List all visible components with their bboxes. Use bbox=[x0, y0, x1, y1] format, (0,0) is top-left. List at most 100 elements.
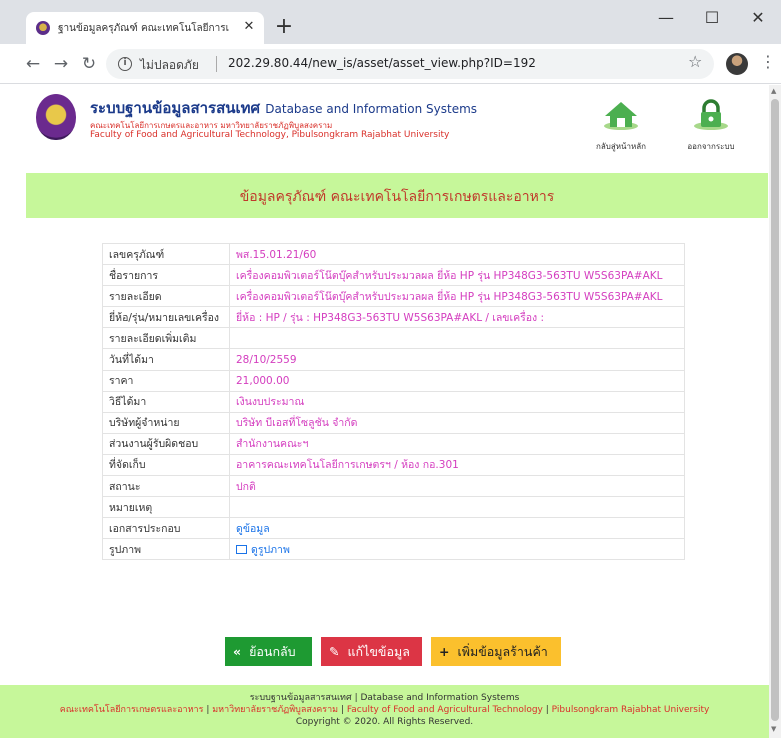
field-label: เอกสารประกอบ bbox=[102, 517, 230, 540]
footer-university-en: Pibulsongkram Rajabhat University bbox=[551, 705, 710, 715]
footer-title-en: Database and Information Systems bbox=[360, 693, 520, 703]
browser-menu-icon[interactable]: ⋮ bbox=[760, 52, 776, 71]
browser-toolbar: ← → ↻ i ไม่ปลอดภัย 202.29.80.44/new_is/a… bbox=[0, 44, 781, 84]
page-title: ข้อมูลครุภัณฑ์ คณะเทคโนโลยีการเกษตรและอา… bbox=[239, 189, 555, 205]
field-label: วันที่ได้มา bbox=[102, 348, 230, 371]
plus-icon: + bbox=[439, 644, 450, 659]
reload-icon[interactable]: ↻ bbox=[78, 53, 100, 75]
field-value: พส.15.01.21/60 bbox=[229, 242, 685, 266]
security-label[interactable]: ไม่ปลอดภัย bbox=[140, 56, 199, 75]
add-store-button[interactable]: + เพิ่มข้อมูลร้านค้า bbox=[431, 637, 561, 666]
link-label: ดูข้อมูล bbox=[236, 522, 270, 535]
field-label: ราคา bbox=[102, 369, 230, 392]
page-scrollbar[interactable]: ▲ ▼ bbox=[769, 85, 781, 738]
field-value: ยี่ห้อ : HP / รุ่น : HP348G3-563TU W5S63… bbox=[229, 306, 685, 329]
field-label: ยี่ห้อ/รุ่น/หมายเลขเครื่อง bbox=[102, 306, 230, 329]
site-title-en: Database and Information Systems bbox=[265, 102, 478, 116]
table-row: รูปภาพ ดูรูปภาพ bbox=[102, 538, 685, 561]
scroll-down-icon[interactable]: ▼ bbox=[771, 725, 776, 733]
footer-copyright: Copyright © 2020. All Rights Reserved. bbox=[295, 717, 474, 727]
address-bar[interactable]: i ไม่ปลอดภัย 202.29.80.44/new_is/asset/a… bbox=[106, 49, 714, 79]
maximize-button[interactable]: ☐ bbox=[689, 4, 735, 32]
view-image-link[interactable]: ดูรูปภาพ bbox=[236, 544, 290, 556]
page-footer: ระบบฐานข้อมูลสารสนเทศ | Database and Inf… bbox=[0, 685, 769, 738]
table-row: วันที่ได้มา 28/10/2559 bbox=[102, 348, 685, 371]
field-label: ส่วนงานผู้รับผิดชอบ bbox=[102, 432, 230, 455]
site-subtitle-en: Faculty of Food and Agricultural Technol… bbox=[90, 130, 450, 140]
edit-button-label: แก้ไขข้อมูล bbox=[347, 644, 410, 659]
field-value: 21,000.00 bbox=[229, 369, 685, 392]
home-icon bbox=[604, 102, 638, 130]
footer-faculty-th: คณะเทคโนโลยีการเกษตรและอาหาร bbox=[59, 705, 204, 715]
table-row: หมายเหตุ bbox=[102, 496, 685, 519]
field-value: สำนักงานคณะฯ bbox=[229, 432, 685, 455]
university-logo bbox=[36, 94, 76, 140]
edit-icon: ✎ bbox=[329, 644, 340, 659]
tab-title: ฐานข้อมูลครุภัณฑ์ คณะเทคโนโลยีการเ bbox=[58, 23, 230, 34]
home-button[interactable]: กลับสู่หน้าหลัก bbox=[591, 99, 651, 155]
field-value: ปกติ bbox=[229, 475, 685, 498]
table-row: ยี่ห้อ/รุ่น/หมายเลขเครื่อง ยี่ห้อ : HP / … bbox=[102, 306, 685, 329]
field-label: ชื่อรายการ bbox=[102, 264, 230, 287]
scrollbar-thumb[interactable] bbox=[771, 99, 779, 721]
field-value: อาคารคณะเทคโนโลยีการเกษตรฯ / ห้อง กอ.301 bbox=[229, 453, 685, 477]
scroll-up-icon[interactable]: ▲ bbox=[771, 87, 776, 95]
info-icon[interactable]: i bbox=[118, 57, 132, 71]
add-store-button-label: เพิ่มข้อมูลร้านค้า bbox=[457, 644, 548, 659]
field-value: เงินงบประมาณ bbox=[229, 390, 685, 413]
browser-title-bar: ฐานข้อมูลครุภัณฑ์ คณะเทคโนโลยีการเ ✕ + —… bbox=[0, 0, 781, 44]
lock-icon bbox=[694, 99, 728, 130]
back-arrow-icon[interactable]: ← bbox=[22, 53, 44, 75]
field-value-link-cell: ดูข้อมูล bbox=[229, 517, 685, 540]
field-label: ที่จัดเก็บ bbox=[102, 453, 230, 477]
logout-button[interactable]: ออกจากระบบ bbox=[681, 99, 741, 155]
field-label: วิธีได้มา bbox=[102, 390, 230, 413]
table-row: วิธีได้มา เงินงบประมาณ bbox=[102, 390, 685, 413]
table-row: ชื่อรายการ เครื่องคอมพิวเตอร์โน๊ตบุ๊คสำหร… bbox=[102, 264, 685, 287]
footer-faculty-en: Faculty of Food and Agricultural Technol… bbox=[346, 705, 543, 715]
page-banner: ข้อมูลครุภัณฑ์ คณะเทคโนโลยีการเกษตรและอา… bbox=[26, 173, 768, 218]
site-title: ระบบฐานข้อมูลสารสนเทศ Database and Infor… bbox=[90, 96, 477, 120]
view-document-link[interactable]: ดูข้อมูล bbox=[236, 523, 270, 535]
forward-arrow-icon[interactable]: → bbox=[50, 53, 72, 75]
table-row: ราคา 21,000.00 bbox=[102, 369, 685, 392]
footer-university-th: มหาวิทยาลัยราชภัฏพิบูลสงคราม bbox=[212, 705, 339, 715]
field-label: หมายเหตุ bbox=[102, 496, 230, 519]
minimize-button[interactable]: — bbox=[643, 4, 689, 32]
close-tab-icon[interactable]: ✕ bbox=[240, 18, 258, 36]
field-label: รายละเอียด bbox=[102, 285, 230, 308]
table-row: รายละเอียดเพิ่มเติม bbox=[102, 327, 685, 350]
field-value bbox=[229, 496, 685, 519]
table-row: ที่จัดเก็บ อาคารคณะเทคโนโลยีการเกษตรฯ / ห… bbox=[102, 453, 685, 477]
logout-label: ออกจากระบบ bbox=[687, 142, 735, 151]
field-label: สถานะ bbox=[102, 475, 230, 498]
field-value: 28/10/2559 bbox=[229, 348, 685, 371]
footer-line-2: คณะเทคโนโลยีการเกษตรและอาหาร | มหาวิทยาล… bbox=[59, 705, 710, 715]
field-label: เลขครุภัณฑ์ bbox=[102, 242, 230, 266]
field-value: บริษัท บีเอสที่โซลูชัน จำกัด bbox=[229, 411, 685, 434]
profile-avatar[interactable] bbox=[726, 53, 748, 75]
field-value-link-cell: ดูรูปภาพ bbox=[229, 538, 685, 561]
table-row: เอกสารประกอบ ดูข้อมูล bbox=[102, 517, 685, 540]
close-window-button[interactable]: ✕ bbox=[735, 4, 781, 32]
address-divider bbox=[216, 56, 217, 72]
url-text[interactable]: 202.29.80.44/new_is/asset/asset_view.php… bbox=[228, 56, 536, 70]
link-label: ดูรูปภาพ bbox=[251, 543, 290, 556]
bookmark-star-icon[interactable]: ☆ bbox=[688, 52, 702, 71]
site-favicon-icon bbox=[36, 21, 50, 35]
table-row: รายละเอียด เครื่องคอมพิวเตอร์โน๊ตบุ๊คสำหร… bbox=[102, 285, 685, 308]
field-label: บริษัทผู้จำหน่าย bbox=[102, 411, 230, 434]
field-label: รายละเอียดเพิ่มเติม bbox=[102, 327, 230, 350]
back-button[interactable]: « ย้อนกลับ bbox=[225, 637, 312, 666]
page-content: ระบบฐานข้อมูลสารสนเทศ Database and Infor… bbox=[0, 85, 769, 738]
new-tab-button[interactable]: + bbox=[272, 16, 296, 40]
back-button-label: ย้อนกลับ bbox=[249, 644, 296, 659]
field-label: รูปภาพ bbox=[102, 538, 230, 561]
table-row: สถานะ ปกติ bbox=[102, 475, 685, 498]
edit-button[interactable]: ✎ แก้ไขข้อมูล bbox=[321, 637, 422, 666]
site-title-th: ระบบฐานข้อมูลสารสนเทศ bbox=[90, 99, 261, 117]
field-value bbox=[229, 327, 685, 350]
footer-title-th: ระบบฐานข้อมูลสารสนเทศ bbox=[249, 693, 352, 703]
table-row: เลขครุภัณฑ์ พส.15.01.21/60 bbox=[102, 242, 685, 266]
browser-tab[interactable]: ฐานข้อมูลครุภัณฑ์ คณะเทคโนโลยีการเ ✕ bbox=[26, 12, 264, 44]
